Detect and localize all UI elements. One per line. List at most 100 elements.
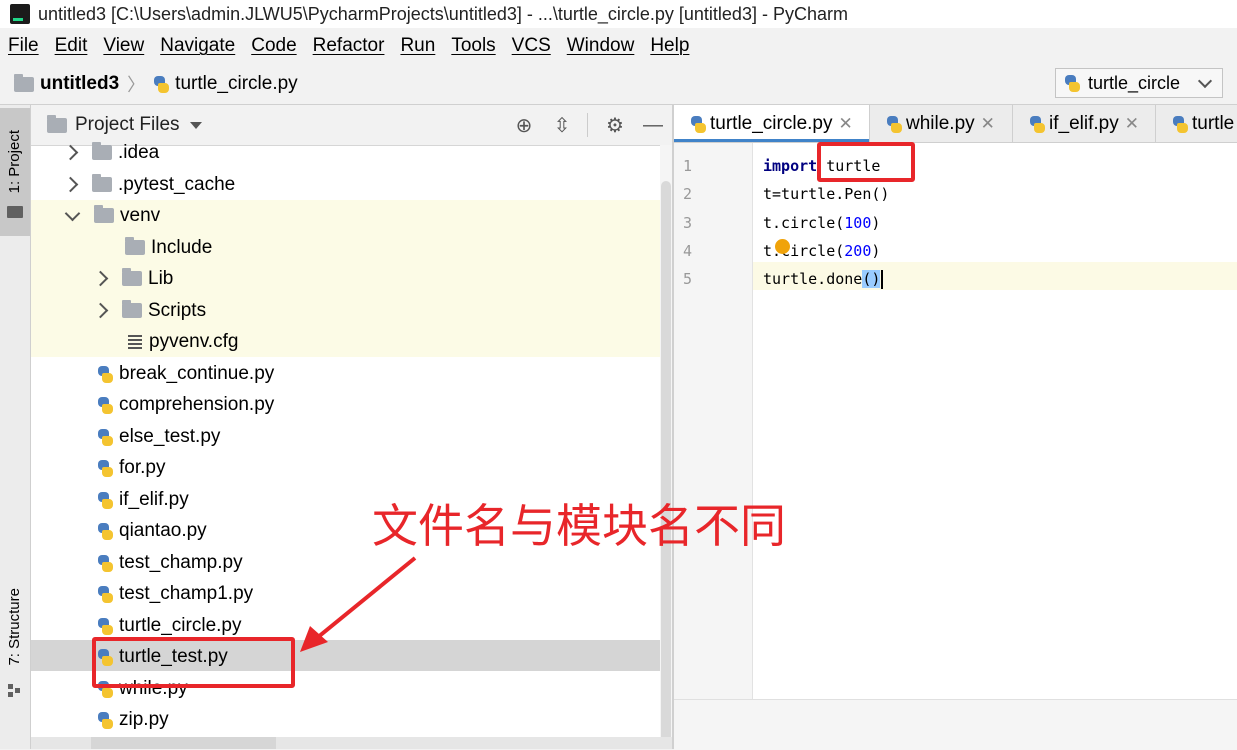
code-number: 100 xyxy=(844,214,872,232)
tab-label: turtle xyxy=(1192,112,1235,134)
tree-item-break-continue[interactable]: break_continue.py xyxy=(97,358,274,389)
code-text: circle( xyxy=(781,242,845,260)
text-cursor xyxy=(881,270,884,289)
tab-turtle[interactable]: turtle xyxy=(1156,105,1237,142)
tree-item-label: Include xyxy=(151,236,213,258)
folder-icon xyxy=(92,142,112,160)
menu-navigate[interactable]: Navigate xyxy=(160,35,235,57)
highlight-box-import xyxy=(817,142,915,182)
structure-tool-label[interactable]: 7: Structure xyxy=(6,588,23,666)
menu-refactor[interactable]: Refactor xyxy=(313,35,385,57)
tree-item-label: venv xyxy=(120,204,161,226)
breadcrumb-file[interactable]: turtle_circle.py xyxy=(175,73,298,95)
tab-label: if_elif.py xyxy=(1049,112,1119,134)
code-keyword: import xyxy=(763,157,818,175)
code-line-2: t=turtle.Pen() xyxy=(763,185,890,203)
close-icon[interactable]: ✕ xyxy=(981,114,995,134)
python-file-icon xyxy=(97,396,113,414)
tab-label: turtle_circle.py xyxy=(710,112,833,134)
menu-vcs[interactable]: VCS xyxy=(512,35,551,57)
bottom-tab[interactable] xyxy=(91,737,276,749)
expand-arrow-icon[interactable] xyxy=(92,270,109,287)
breadcrumb-project[interactable]: untitled3 xyxy=(40,73,119,95)
folder-icon xyxy=(92,174,112,192)
tree-item-else-test[interactable]: else_test.py xyxy=(97,421,220,452)
tree-item-lib[interactable]: Lib xyxy=(92,263,174,294)
scrollbar-thumb[interactable] xyxy=(661,181,671,746)
annotation-text: 文件名与模块名不同 xyxy=(372,499,786,553)
expand-arrow-icon[interactable] xyxy=(62,176,79,193)
breadcrumb: untitled3 〉 turtle_circle.py turtle_circ… xyxy=(0,64,1237,105)
code-text: t.circle( xyxy=(763,214,845,232)
intention-bulb-icon[interactable] xyxy=(775,239,790,254)
menu-window[interactable]: Window xyxy=(567,35,635,57)
line-number: 5 xyxy=(683,270,693,288)
folder-icon xyxy=(122,268,142,286)
collapse-all-icon[interactable]: ⇳ xyxy=(551,113,573,138)
tab-if-elif[interactable]: if_elif.py ✕ xyxy=(1013,105,1156,142)
menu-tools[interactable]: Tools xyxy=(451,35,495,57)
collapse-arrow-icon[interactable] xyxy=(64,205,81,221)
close-icon[interactable]: ✕ xyxy=(1125,114,1139,134)
tree-item-zip[interactable]: zip.py xyxy=(97,704,169,735)
tree-item-test-champ[interactable]: test_champ.py xyxy=(97,547,243,578)
tree-item-label: if_elif.py xyxy=(119,488,189,510)
project-tool-label[interactable]: 1: Project xyxy=(6,130,23,193)
line-number: 2 xyxy=(683,185,693,203)
tree-item-for[interactable]: for.py xyxy=(97,452,165,483)
tree-item-pyvenv-cfg[interactable]: pyvenv.cfg xyxy=(127,326,238,357)
tree-item-label: qiantao.py xyxy=(119,519,207,541)
tree-item-pytest-cache[interactable]: .pytest_cache xyxy=(62,169,236,200)
caret-down-icon[interactable] xyxy=(189,121,202,129)
python-file-icon xyxy=(97,428,113,446)
tree-item-label: comprehension.py xyxy=(119,393,275,415)
line-number: 1 xyxy=(683,157,693,175)
python-file-icon xyxy=(97,522,113,540)
tree-item-label: zip.py xyxy=(119,708,169,730)
project-view-selector[interactable]: Project Files xyxy=(75,114,180,136)
tree-item-label: .pytest_cache xyxy=(118,173,236,195)
code-number: 200 xyxy=(844,242,872,260)
tree-item-if-elif[interactable]: if_elif.py xyxy=(97,484,189,515)
menu-help[interactable]: Help xyxy=(650,35,689,57)
python-file-icon xyxy=(1029,115,1045,133)
tree-item-test-champ1[interactable]: test_champ1.py xyxy=(97,578,253,609)
locate-icon[interactable]: ⊕ xyxy=(513,113,535,138)
gear-icon[interactable]: ⚙ xyxy=(604,113,626,138)
editor-bottom-area xyxy=(674,699,1237,750)
tree-item-label: Scripts xyxy=(148,299,207,321)
menu-edit[interactable]: Edit xyxy=(55,35,88,57)
menu-view[interactable]: View xyxy=(103,35,144,57)
close-icon[interactable]: ✕ xyxy=(839,114,853,134)
code-line-5: turtle.done() xyxy=(763,270,884,289)
code-text: ) xyxy=(871,242,881,260)
editor-tab-bar: turtle_circle.py ✕ while.py ✕ if_elif.py… xyxy=(674,105,1237,143)
python-file-icon xyxy=(1172,115,1188,133)
tree-item-label: pyvenv.cfg xyxy=(149,330,239,352)
code-editor[interactable]: 1 2 3 4 5 import turtle t=turtle.Pen() t… xyxy=(674,143,1237,750)
expand-arrow-icon[interactable] xyxy=(62,144,79,161)
tab-while[interactable]: while.py ✕ xyxy=(870,105,1013,142)
hide-icon[interactable]: — xyxy=(642,114,664,137)
tree-item-include[interactable]: Include xyxy=(125,232,212,263)
python-file-icon xyxy=(97,585,113,603)
menu-code[interactable]: Code xyxy=(251,35,296,57)
tree-item-venv[interactable]: venv xyxy=(64,200,161,231)
tab-turtle-circle[interactable]: turtle_circle.py ✕ xyxy=(674,105,870,142)
chevron-down-icon xyxy=(1197,73,1213,89)
tree-item-scripts[interactable]: Scripts xyxy=(92,295,207,326)
highlight-box-file xyxy=(92,637,295,688)
run-config-dropdown[interactable]: turtle_circle xyxy=(1055,68,1223,98)
menu-file[interactable]: File xyxy=(8,35,39,57)
tree-item-idea[interactable]: .idea xyxy=(62,137,159,168)
menu-run[interactable]: Run xyxy=(400,35,435,57)
python-file-icon xyxy=(97,711,113,729)
tree-item-label: Lib xyxy=(148,267,174,289)
folder-icon xyxy=(125,237,145,255)
tree-item-comprehension[interactable]: comprehension.py xyxy=(97,389,274,420)
folder-icon xyxy=(122,300,142,318)
run-config-label: turtle_circle xyxy=(1088,72,1181,93)
tree-item-label: test_champ1.py xyxy=(119,582,254,604)
expand-arrow-icon[interactable] xyxy=(92,302,109,319)
tree-item-qiantao[interactable]: qiantao.py xyxy=(97,515,207,546)
